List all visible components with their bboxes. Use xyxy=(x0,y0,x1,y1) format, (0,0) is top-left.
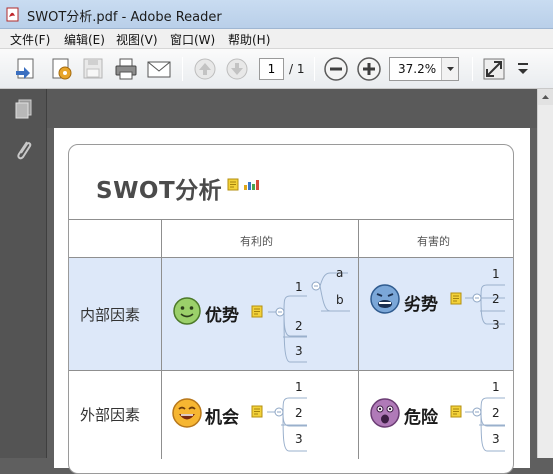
strengths-branch-1: 1 xyxy=(295,280,303,294)
topic-strengths: 优势 xyxy=(205,306,239,326)
topic-weaknesses: 劣势 xyxy=(404,295,438,315)
laughing-face-icon xyxy=(172,398,202,428)
note-icon xyxy=(450,292,462,305)
note-icon xyxy=(251,305,263,318)
mindmap-connectors xyxy=(267,272,505,452)
weaknesses-branch-2: 2 xyxy=(492,292,500,306)
opportunities-branch-1: 1 xyxy=(295,380,303,394)
smiley-face-icon xyxy=(173,297,201,325)
angry-face-icon xyxy=(370,284,400,314)
strengths-branch-2: 2 xyxy=(295,319,303,333)
strengths-sub-a: a xyxy=(336,266,344,280)
note-icon xyxy=(251,405,263,418)
opportunities-branch-3: 3 xyxy=(295,432,303,446)
threats-branch-1: 1 xyxy=(492,380,500,394)
threats-branch-2: 2 xyxy=(492,406,500,420)
note-icon xyxy=(450,405,462,418)
opportunities-branch-2: 2 xyxy=(295,406,303,420)
shocked-face-icon xyxy=(370,398,400,428)
threats-branch-3: 3 xyxy=(492,432,500,446)
topic-opportunities: 机会 xyxy=(205,408,239,428)
weaknesses-branch-1: 1 xyxy=(492,267,500,281)
weaknesses-branch-3: 3 xyxy=(492,318,500,332)
strengths-sub-b: b xyxy=(336,293,344,307)
topic-threats: 危险 xyxy=(404,408,438,428)
adobe-reader-window: SWOT分析.pdf - Adobe Reader 文件(F) 编辑(E) 视图… xyxy=(0,0,553,474)
strengths-branch-3: 3 xyxy=(295,344,303,358)
